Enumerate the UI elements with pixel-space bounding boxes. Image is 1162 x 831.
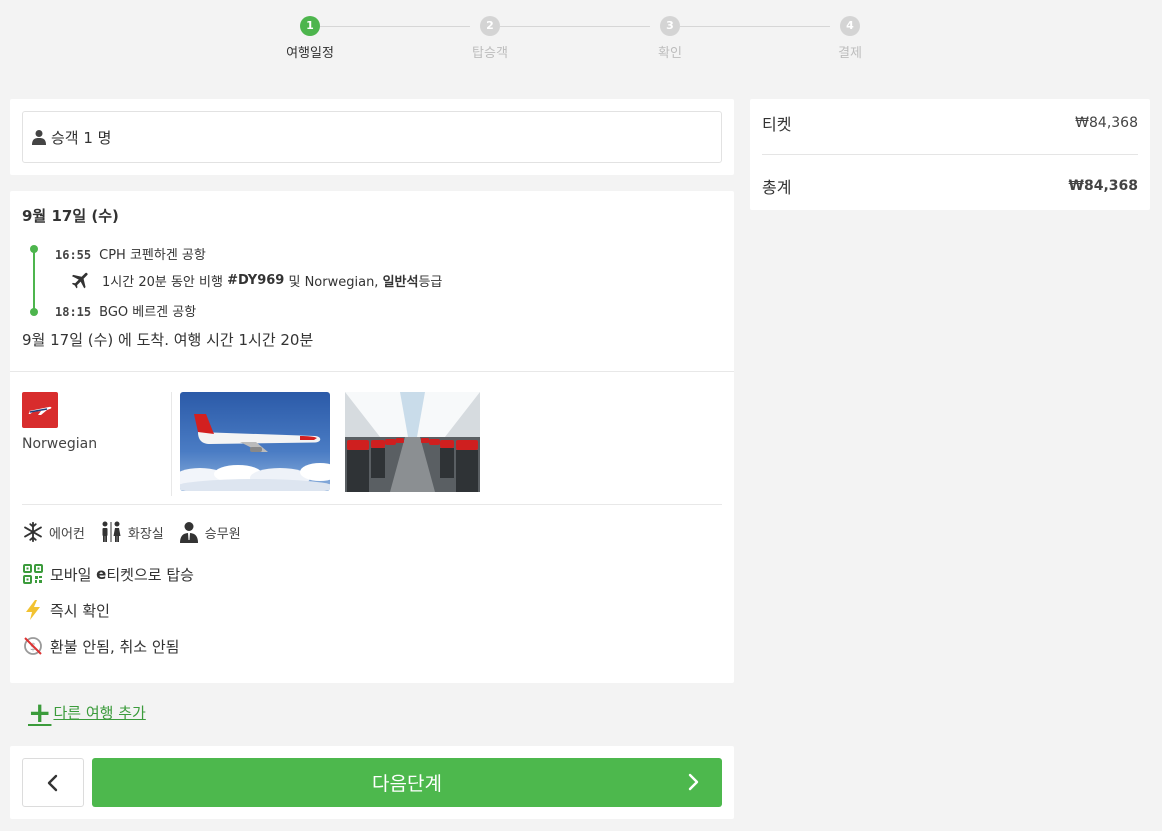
feature-no-refund: $ 환불 안됨, 취소 안됨	[22, 635, 179, 657]
step-number: 2	[480, 16, 500, 36]
amenities-list: 에어컨 화장실 승무원	[22, 521, 255, 543]
step-navigation: 다음단계	[10, 746, 734, 819]
step-number: 1	[300, 16, 320, 36]
feature-text: 모바일	[50, 565, 97, 584]
flight-carrier: 및 Norwegian,	[284, 274, 383, 290]
flight-number: #DY969	[227, 272, 285, 288]
divider	[10, 371, 734, 372]
next-step-button[interactable]: 다음단계	[92, 758, 722, 807]
itinerary-date: 9월 17일 (수)	[22, 207, 119, 225]
arrival-row: 18:15 BGO 베르겐 공항	[55, 301, 196, 320]
summary-divider	[762, 154, 1138, 155]
total-price: ₩84,368	[1068, 178, 1138, 194]
total-label: 총계	[762, 178, 792, 197]
step-label: 확인	[658, 46, 682, 61]
step-label: 결제	[838, 46, 862, 61]
progress-stepper: 1 여행일정 2 탑승객 3 확인 4 결제	[0, 16, 1162, 66]
passenger-selector[interactable]: 승객 1 명	[22, 111, 722, 163]
feature-text-bold: e	[96, 565, 107, 583]
price-summary: 티켓 ₩84,368 총계 ₩84,368	[750, 99, 1150, 210]
departure-airport: CPH 코펜하겐 공항	[99, 248, 206, 263]
add-trip-label: 다른 여행 추가	[53, 704, 146, 722]
cabin-photo[interactable]	[345, 392, 480, 492]
amenity-label: 화장실	[127, 526, 164, 542]
ticket-label: 티켓	[762, 115, 792, 134]
no-refund-icon: $	[24, 637, 42, 655]
timeline-dot-arrival	[30, 308, 38, 316]
airline-name: Norwegian	[22, 436, 98, 452]
passenger-count: 승객 1 명	[51, 128, 112, 147]
amenity-item: 화장실	[99, 521, 164, 543]
itinerary-card: 9월 17일 (수) 16:55 CPH 코펜하겐 공항 1시간 20분 동안 비…	[10, 191, 734, 683]
divider	[22, 504, 722, 505]
step-confirm[interactable]: 3 확인	[630, 16, 710, 61]
step-label: 여행일정	[286, 46, 334, 61]
plus-icon: +	[28, 695, 52, 729]
back-button[interactable]	[22, 758, 84, 807]
ticket-price: ₩84,368	[1075, 115, 1138, 131]
airline-logo-plane-icon	[28, 406, 52, 415]
lightning-icon	[26, 600, 40, 620]
flight-info: 1시간 20분 동안 비행 #DY969 및 Norwegian, 일반석 등급	[70, 269, 442, 291]
amenity-label: 승무원	[204, 526, 241, 542]
flight-attendant-icon	[179, 522, 198, 543]
cabin-class: 일반석	[382, 274, 419, 290]
next-step-label: 다음단계	[372, 773, 442, 795]
step-number: 3	[660, 16, 680, 36]
flight-duration: 1시간 20분 동안 비행	[102, 274, 228, 290]
step-itinerary[interactable]: 1 여행일정	[270, 16, 350, 61]
arrival-time: 18:15	[55, 305, 92, 319]
chevron-right-icon	[688, 773, 699, 791]
feature-text: 환불 안됨, 취소 안됨	[50, 637, 180, 656]
feature-instant-confirm: 즉시 확인	[22, 599, 110, 621]
aircraft-photo[interactable]	[180, 392, 330, 491]
timeline-bar	[33, 248, 35, 313]
arrival-note: 9월 17일 (수) 에 도착. 여행 시간 1시간 20분	[22, 331, 314, 349]
feature-mobile-ticket: 모바일 e 티켓으로 탑승	[22, 563, 194, 585]
arrival-airport: BGO 베르겐 공항	[99, 305, 197, 320]
summary-total-row: 총계 ₩84,368	[762, 174, 1138, 198]
step-passengers[interactable]: 2 탑승객	[450, 16, 530, 61]
step-payment[interactable]: 4 결제	[810, 16, 890, 61]
passenger-card: 승객 1 명	[10, 99, 734, 175]
feature-text: 즉시 확인	[50, 601, 110, 620]
cabin-suffix: 등급	[418, 274, 443, 290]
step-number: 4	[840, 16, 860, 36]
add-trip-link[interactable]: + 다른 여행 추가	[28, 695, 146, 729]
person-icon	[32, 130, 46, 145]
departure-row: 16:55 CPH 코펜하겐 공항	[55, 244, 206, 263]
vertical-divider	[171, 392, 172, 496]
feature-text: 티켓으로 탑승	[106, 565, 194, 584]
snowflake-icon	[24, 521, 42, 543]
chevron-left-icon	[47, 774, 58, 791]
airline-logo	[22, 392, 58, 428]
amenity-label: 에어컨	[49, 526, 85, 542]
amenity-item: 승무원	[178, 521, 241, 543]
step-label: 탑승객	[472, 46, 508, 61]
departure-time: 16:55	[55, 248, 92, 262]
qr-code-icon	[23, 564, 43, 584]
restroom-icon	[102, 521, 121, 542]
airplane-icon	[71, 272, 88, 289]
amenity-item: 에어컨	[22, 521, 85, 543]
summary-ticket-row: 티켓 ₩84,368	[762, 111, 1138, 135]
